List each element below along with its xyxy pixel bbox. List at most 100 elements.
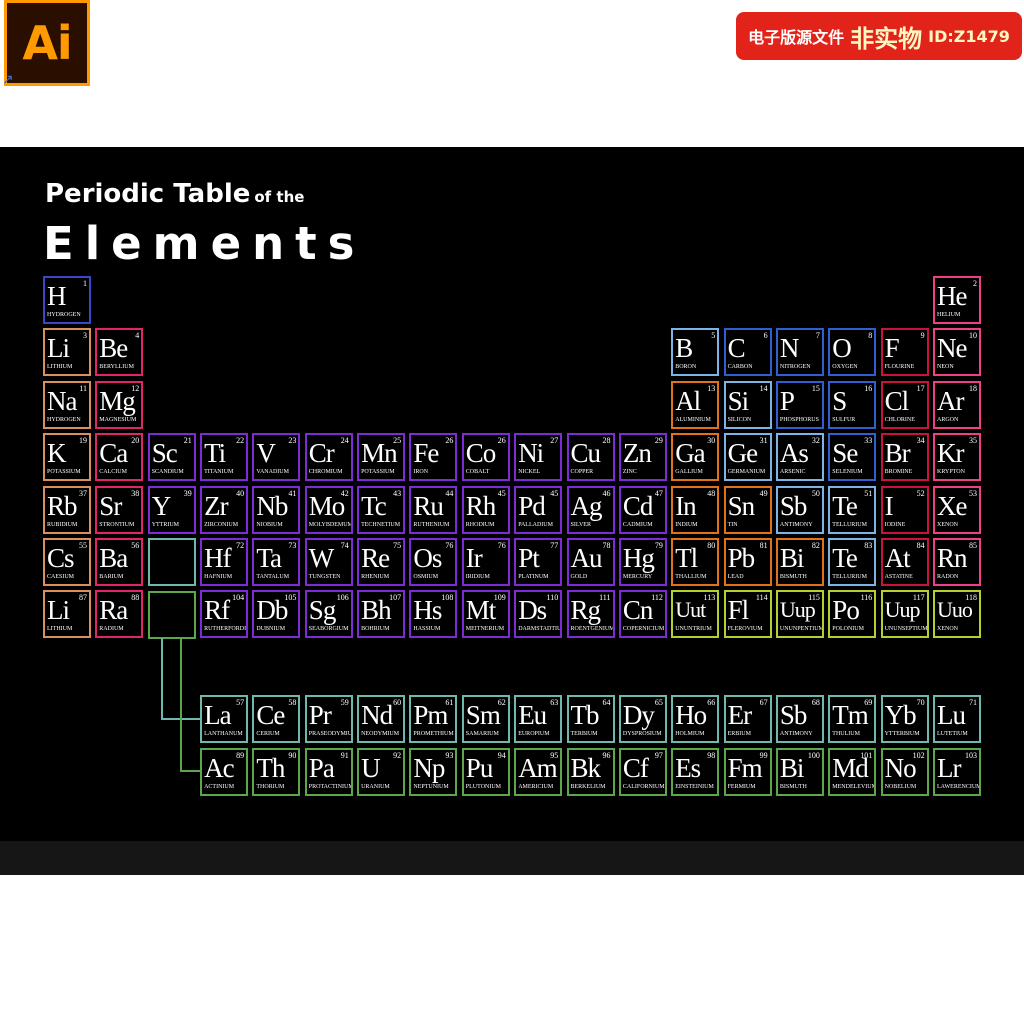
element-atomic-number: 3 — [83, 331, 87, 341]
element-name: MERCURY — [622, 574, 653, 580]
element-symbol: Xe — [937, 490, 968, 521]
element-atomic-number: 19 — [79, 436, 87, 446]
element-symbol: Zr — [204, 490, 229, 521]
element-symbol: Ca — [99, 438, 128, 469]
element-name: IRON — [413, 469, 429, 476]
element-symbol: B — [675, 333, 693, 364]
element-atomic-number: 108 — [441, 593, 454, 603]
element-atomic-number: 57 — [236, 698, 245, 708]
element-name: POTASSIUM — [361, 469, 395, 476]
element-symbol: S — [832, 385, 847, 416]
element-symbol: Pm — [413, 700, 448, 731]
element-atomic-number: 89 — [236, 750, 245, 760]
element-name: UNUNTRIUM — [675, 626, 712, 633]
element-atomic-number: 116 — [860, 593, 873, 603]
element-atomic-number: 44 — [445, 488, 454, 498]
element-cell: Pr 59 PRASEODYMIUM — [304, 695, 353, 744]
element-atomic-number: 39 — [183, 488, 192, 498]
element-symbol: Sr — [99, 490, 122, 521]
element-symbol: Re — [361, 543, 390, 573]
element-cell: U 92 URANIUM — [357, 747, 406, 796]
element-name: PLUTONIUM — [465, 783, 502, 790]
element-cell: Ac 89 ACTINIUM — [200, 747, 249, 796]
element-atomic-number: 82 — [811, 541, 820, 550]
element-atomic-number: 96 — [602, 750, 611, 760]
element-name: LITHIUM — [47, 626, 73, 633]
element-cell: Sm 62 SAMARIUM — [461, 695, 510, 744]
element-atomic-number: 74 — [340, 541, 349, 550]
element-name: INDIUM — [675, 521, 698, 528]
element-cell: Cs 55 CAESIUM — [43, 538, 91, 586]
element-name: ACTINIUM — [204, 783, 235, 790]
element-name: XENON — [937, 626, 958, 633]
element-symbol: Lu — [937, 700, 966, 731]
element-name: GOLD — [570, 574, 588, 580]
element-name: UNUNSEPTIUM — [884, 626, 928, 633]
element-name: THULIUM — [832, 731, 860, 738]
element-symbol: Pa — [308, 752, 335, 783]
element-cell: Ti 22 TITANIUM — [200, 433, 249, 482]
element-symbol: Te — [832, 543, 858, 573]
element-atomic-number: 65 — [654, 698, 663, 708]
element-atomic-number: 16 — [864, 383, 873, 393]
element-atomic-number: 2 — [973, 279, 977, 288]
element-cell: O 8 OXYGEN — [828, 328, 877, 377]
element-cell: As 32 ARSENIC — [775, 433, 824, 482]
element-atomic-number: 17 — [916, 383, 925, 393]
element-atomic-number: 35 — [969, 436, 977, 446]
element-name: MEITNERIUM — [465, 626, 505, 633]
element-symbol: Yb — [884, 700, 917, 731]
element-name: UNUNPENTIUM — [779, 626, 824, 633]
element-cell: Ga 30 GALLIUM — [671, 433, 720, 482]
element-symbol: Ru — [413, 490, 443, 521]
element-atomic-number: 71 — [969, 698, 977, 708]
element-name: ANTIMONY — [779, 521, 813, 528]
element-cell: Sg 106 SEABORGIUM — [304, 590, 353, 639]
element-name: EINSTEINIUM — [675, 783, 714, 790]
element-name: THORIUM — [256, 783, 285, 790]
element-atomic-number: 112 — [651, 593, 663, 603]
element-atomic-number: 109 — [493, 593, 506, 603]
element-atomic-number: 34 — [916, 436, 925, 446]
element-cell: Pt 77 PLATINUM — [514, 538, 563, 586]
element-cell: Yb 70 YTTERBIUM — [880, 695, 929, 744]
element-symbol: Ne — [937, 333, 968, 364]
element-name: CALCIUM — [99, 469, 127, 476]
element-name: NITROGEN — [779, 364, 811, 371]
element-symbol: Cd — [622, 490, 653, 521]
element-cell: Nd 60 NEODYMIUM — [357, 695, 406, 744]
element-name: IODINE — [884, 521, 906, 528]
element-symbol: Fe — [413, 438, 439, 469]
element-name: POTASSIUM — [47, 469, 81, 476]
element-cell: Fe 26 IRON — [409, 433, 458, 482]
element-atomic-number: 14 — [759, 383, 768, 393]
element-symbol: Tb — [570, 700, 600, 731]
element-cell: Sb 68 ANTIMONY — [775, 695, 824, 744]
element-cell: Rb 37 RUBIDIUM — [43, 485, 91, 534]
element-symbol: Cl — [884, 385, 909, 416]
element-name: PLATINUM — [518, 574, 549, 580]
element-name: BROMINE — [884, 469, 913, 476]
element-name: MOLYBDEMUM — [308, 521, 353, 528]
element-atomic-number: 59 — [340, 698, 349, 708]
element-symbol: Cu — [570, 438, 601, 469]
element-symbol: Ga — [675, 438, 706, 469]
element-symbol: Kr — [937, 438, 964, 469]
element-symbol: As — [779, 438, 809, 469]
element-name: SCANDIUM — [151, 469, 184, 476]
badge-product-id: ID:Z1479 — [928, 26, 1010, 46]
element-symbol: Ra — [99, 595, 128, 626]
element-cell: Rn 85 RADON — [933, 538, 981, 586]
element-symbol: Pt — [518, 543, 540, 573]
element-atomic-number: 38 — [131, 488, 140, 498]
element-atomic-number: 20 — [131, 436, 140, 446]
element-atomic-number: 79 — [654, 541, 663, 550]
element-name: YTTRIUM — [151, 521, 180, 528]
element-name: SILVER — [570, 521, 591, 528]
element-name: TERBIUM — [570, 731, 598, 738]
element-name: LUTETIUM — [937, 731, 968, 738]
element-name: RUTHENIUM — [413, 521, 450, 528]
element-atomic-number: 1 — [83, 279, 87, 288]
element-cell: Db 105 DUBNIUM — [252, 590, 301, 639]
element-cell: H 1 HYDROGEN — [43, 276, 91, 324]
